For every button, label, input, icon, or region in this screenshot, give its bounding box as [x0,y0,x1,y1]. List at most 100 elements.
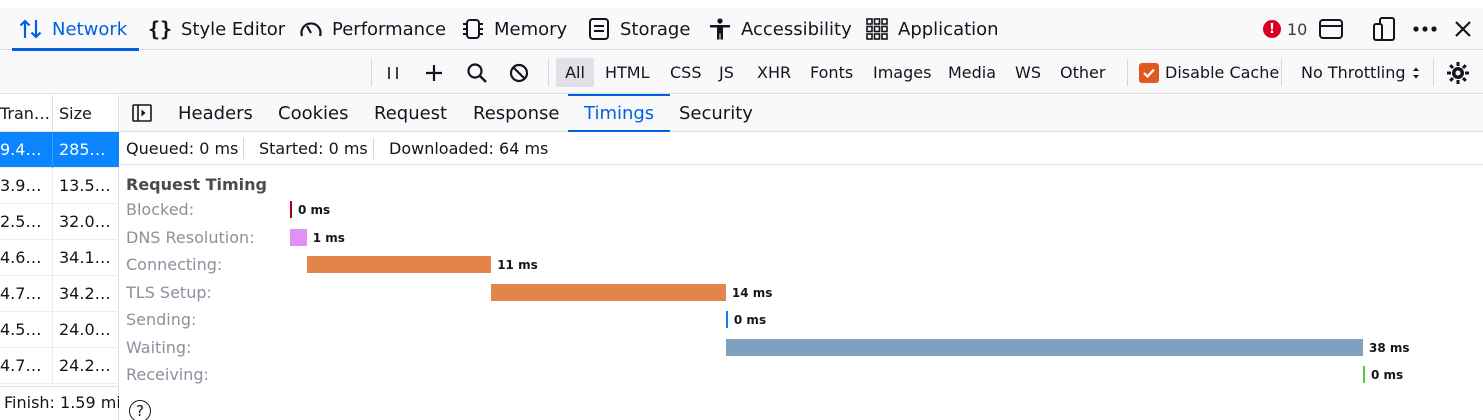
cell-transferred: 4.5… [0,312,53,348]
filter-all[interactable]: All [556,58,594,87]
toolbar-separator [1127,59,1128,86]
timing-value: 1 ms [312,230,345,245]
tab-memory-label: Memory [494,18,568,40]
timing-row: Waiting: 38 ms [120,334,1483,361]
cell-transferred: 3.9… [0,168,53,204]
toolbar-separator [371,59,372,86]
new-request-button[interactable] [424,51,444,94]
filter-media[interactable]: Media [940,58,1004,87]
dock-bottom-icon [1319,19,1343,39]
error-count-badge[interactable]: ! 10 [1263,8,1307,50]
filter-ws[interactable]: WS [1007,58,1049,87]
tab-style-editor-label: Style Editor [181,18,286,40]
tab-request[interactable]: Request [374,95,447,131]
tab-application[interactable]: Application [864,8,999,50]
table-row[interactable]: 4.7… 24.2… [0,348,119,384]
search-button[interactable] [466,51,488,94]
checkbox-checked-icon [1139,62,1159,83]
gauge-icon [298,16,324,42]
clear-button[interactable] [508,51,530,94]
filter-js[interactable]: JS [711,58,742,87]
network-toolbar: All HTML CSS JS XHR Fonts Images Media W… [0,51,1483,94]
cell-size: 285… [59,140,106,159]
devtools-toolbox: Network {} Style Editor Performance Memo… [0,0,1483,51]
ellipsis-icon [1413,26,1437,32]
tab-memory[interactable]: Memory [460,8,567,50]
disable-cache-checkbox[interactable]: Disable Cache [1139,51,1279,94]
error-icon: ! [1263,20,1281,38]
timing-label: Waiting: [126,337,192,357]
tab-accessibility-label: Accessibility [741,18,852,40]
toolbar-separator [548,59,549,86]
filter-fonts[interactable]: Fonts [802,58,861,87]
more-options-button[interactable] [1412,8,1438,50]
cell-size: 34.2… [59,284,111,303]
downloaded-time: Downloaded: 64 ms [389,139,549,158]
close-toolbox-button[interactable] [1453,8,1473,50]
cell-size: 34.1… [59,248,111,267]
table-row[interactable]: 4.6… 34.1… [0,240,119,276]
timing-row: Sending: 0 ms [120,306,1483,333]
tab-network[interactable]: Network [11,8,140,51]
grid-icon [864,16,890,42]
throttling-select[interactable]: No Throttling [1301,51,1420,94]
tab-response[interactable]: Response [473,95,559,131]
search-icon [467,62,487,83]
table-row[interactable]: 3.9… 13.5… [0,168,119,204]
dock-mode-button[interactable] [1318,8,1344,50]
details-tabbar: Headers Cookies Request Response Timings… [120,94,1483,132]
close-icon [1455,21,1471,37]
summary-separator [373,138,374,159]
tab-style-editor[interactable]: {} Style Editor [147,8,285,50]
timing-bar [491,283,726,301]
request-details-panel: Headers Cookies Request Response Timings… [120,94,1483,420]
timing-label: Sending: [126,310,197,329]
tab-storage[interactable]: Storage [586,8,690,50]
cell-transferred: 4.7… [0,348,53,384]
timing-row: Receiving: 0 ms [120,361,1483,388]
cell-transferred: 4.7… [0,276,53,312]
started-time: Started: 0 ms [259,139,368,158]
pause-icon [388,66,398,79]
tab-security[interactable]: Security [679,95,753,131]
filter-html[interactable]: HTML [597,58,658,87]
timing-value: 11 ms [497,258,538,272]
tab-storage-label: Storage [620,18,691,40]
help-icon[interactable]: ? [129,400,151,420]
cell-transferred: 4.6… [0,240,53,276]
network-settings-button[interactable] [1446,51,1470,94]
tab-accessibility[interactable]: Accessibility [707,8,852,50]
request-timing-title: Request Timing [126,175,268,194]
queued-time: Queued: 0 ms [126,139,239,158]
filter-xhr[interactable]: XHR [749,58,799,87]
timing-value: 0 ms [298,203,331,217]
pause-button[interactable] [384,51,402,94]
table-row[interactable]: 2.5… 32.0… [0,204,119,240]
tab-performance[interactable]: Performance [298,8,446,50]
toggle-sidebar-button[interactable] [132,95,152,131]
tab-performance-label: Performance [332,18,447,40]
responsive-design-button[interactable] [1372,8,1398,50]
filter-css[interactable]: CSS [662,58,709,87]
timing-bar [725,311,728,328]
column-header-size[interactable]: Size [59,95,92,132]
column-header-transferred[interactable]: Tran… [0,95,53,132]
tab-timings[interactable]: Timings [567,94,671,132]
filter-other[interactable]: Other [1052,58,1113,87]
timing-row: Blocked: 0 ms [120,196,1483,223]
request-list: Tran… Size 9.4… 285… 3.9… 13.5… 2.5… 32.0… 4.6… [0,95,119,420]
timing-row: Connecting: 11 ms [120,251,1483,278]
responsive-icon [1373,17,1395,41]
filter-images[interactable]: Images [865,58,939,87]
timing-bar [725,338,1363,356]
error-count: 10 [1287,19,1308,39]
tab-cookies[interactable]: Cookies [278,95,348,131]
tab-headers[interactable]: Headers [178,95,253,131]
timing-bar [290,228,307,246]
table-row[interactable]: 9.4… 285… [0,132,119,168]
table-row[interactable]: 4.7… 34.2… [0,276,119,312]
cell-transferred: 9.4… [0,132,53,168]
braces-icon: {} [147,17,173,41]
table-row[interactable]: 4.5… 24.0… [0,312,119,348]
timing-bar [290,201,292,218]
